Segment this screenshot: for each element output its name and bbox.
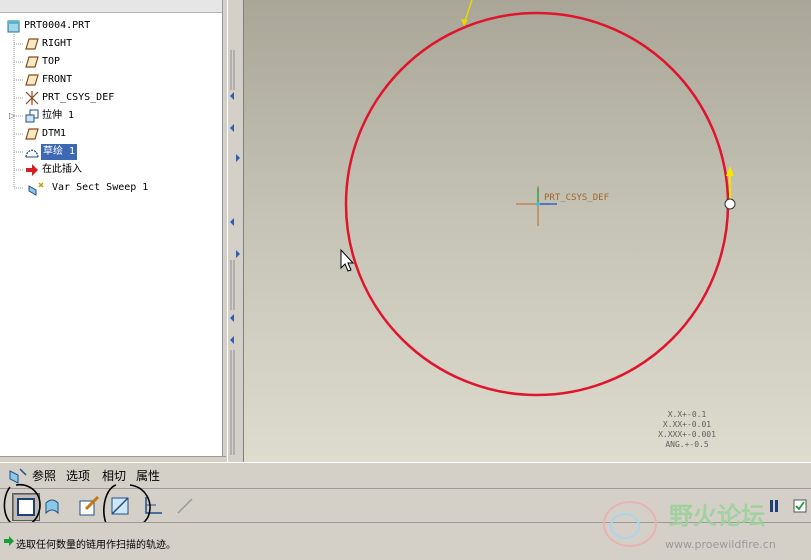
tree-item-label: PRT0004.PRT bbox=[24, 20, 91, 31]
tree-item-label: 草绘 1 bbox=[41, 144, 78, 160]
diagonal-arrow-icon bbox=[177, 498, 193, 514]
sketch-icon bbox=[25, 149, 39, 158]
reverse-direction-button[interactable] bbox=[172, 493, 200, 521]
status-message: 选取任何数量的链用作扫描的轨迹。 bbox=[16, 540, 176, 551]
tolerance-line: ANG.+-0.5 bbox=[665, 440, 709, 449]
watermark-url: www.proewildfire.cn bbox=[665, 538, 776, 551]
csys-label: PRT_CSYS_DEF bbox=[544, 193, 609, 203]
insert-here-arrow-icon bbox=[26, 164, 38, 176]
prompt-arrow-icon bbox=[4, 536, 14, 546]
tree-item-label: TOP bbox=[42, 56, 61, 67]
tolerance-line: X.XX+-0.01 bbox=[662, 420, 712, 429]
tolerance-line: X.X+-0.1 bbox=[667, 410, 707, 419]
annotation-arrowhead bbox=[461, 19, 468, 26]
datum-plane-icon bbox=[25, 38, 39, 50]
tolerance-line: X.XXX+-0.001 bbox=[658, 430, 716, 439]
expand-arrow-icon[interactable]: ▷ bbox=[9, 111, 15, 120]
tolerance-table: X.X+-0.1 X.XX+-0.01 X.XXX+-0.001 ANG.+-0… bbox=[642, 410, 732, 450]
tree-item-label: DTM1 bbox=[42, 128, 67, 139]
var-sect-sweep-icon bbox=[28, 182, 44, 196]
coordinate-system-icon bbox=[516, 186, 557, 226]
pause-icon bbox=[770, 500, 778, 512]
confirm-check-icon[interactable] bbox=[793, 499, 807, 513]
tree-item-label: PRT_CSYS_DEF bbox=[42, 92, 115, 103]
datum-plane-icon bbox=[25, 74, 39, 86]
model-tree-panel: PRT0004.PRT RIGHT TOP FRONT PRT_CSYS_DEF… bbox=[0, 0, 226, 462]
start-point-marker[interactable] bbox=[724, 198, 736, 210]
splitter-grips bbox=[230, 50, 240, 455]
tree-item-label: 在此插入 bbox=[42, 164, 82, 175]
datum-plane-icon bbox=[25, 56, 39, 68]
tree-item-label: Var Sect Sweep 1 bbox=[52, 182, 149, 193]
tree-item-label: FRONT bbox=[42, 74, 73, 85]
watermark-title: 野火论坛 bbox=[669, 502, 765, 530]
tree-scrollbar[interactable] bbox=[222, 0, 226, 462]
part-icon bbox=[7, 20, 20, 33]
panel-splitter[interactable] bbox=[227, 0, 244, 462]
extrude-icon bbox=[25, 109, 39, 123]
coordinate-system-icon bbox=[25, 91, 39, 105]
sketch-canvas[interactable]: PRT_CSYS_DEF bbox=[244, 0, 811, 462]
datum-plane-icon bbox=[25, 128, 39, 140]
start-arrowhead-icon bbox=[726, 166, 734, 176]
tree-item-label: 拉伸 1 bbox=[42, 110, 75, 121]
graphics-window[interactable]: PRT_CSYS_DEF X.X+-0.1 X.XX+-0.01 X.XXX+-… bbox=[244, 0, 811, 462]
tree-item-label: RIGHT bbox=[42, 38, 73, 49]
dashboard-controls bbox=[770, 499, 807, 513]
